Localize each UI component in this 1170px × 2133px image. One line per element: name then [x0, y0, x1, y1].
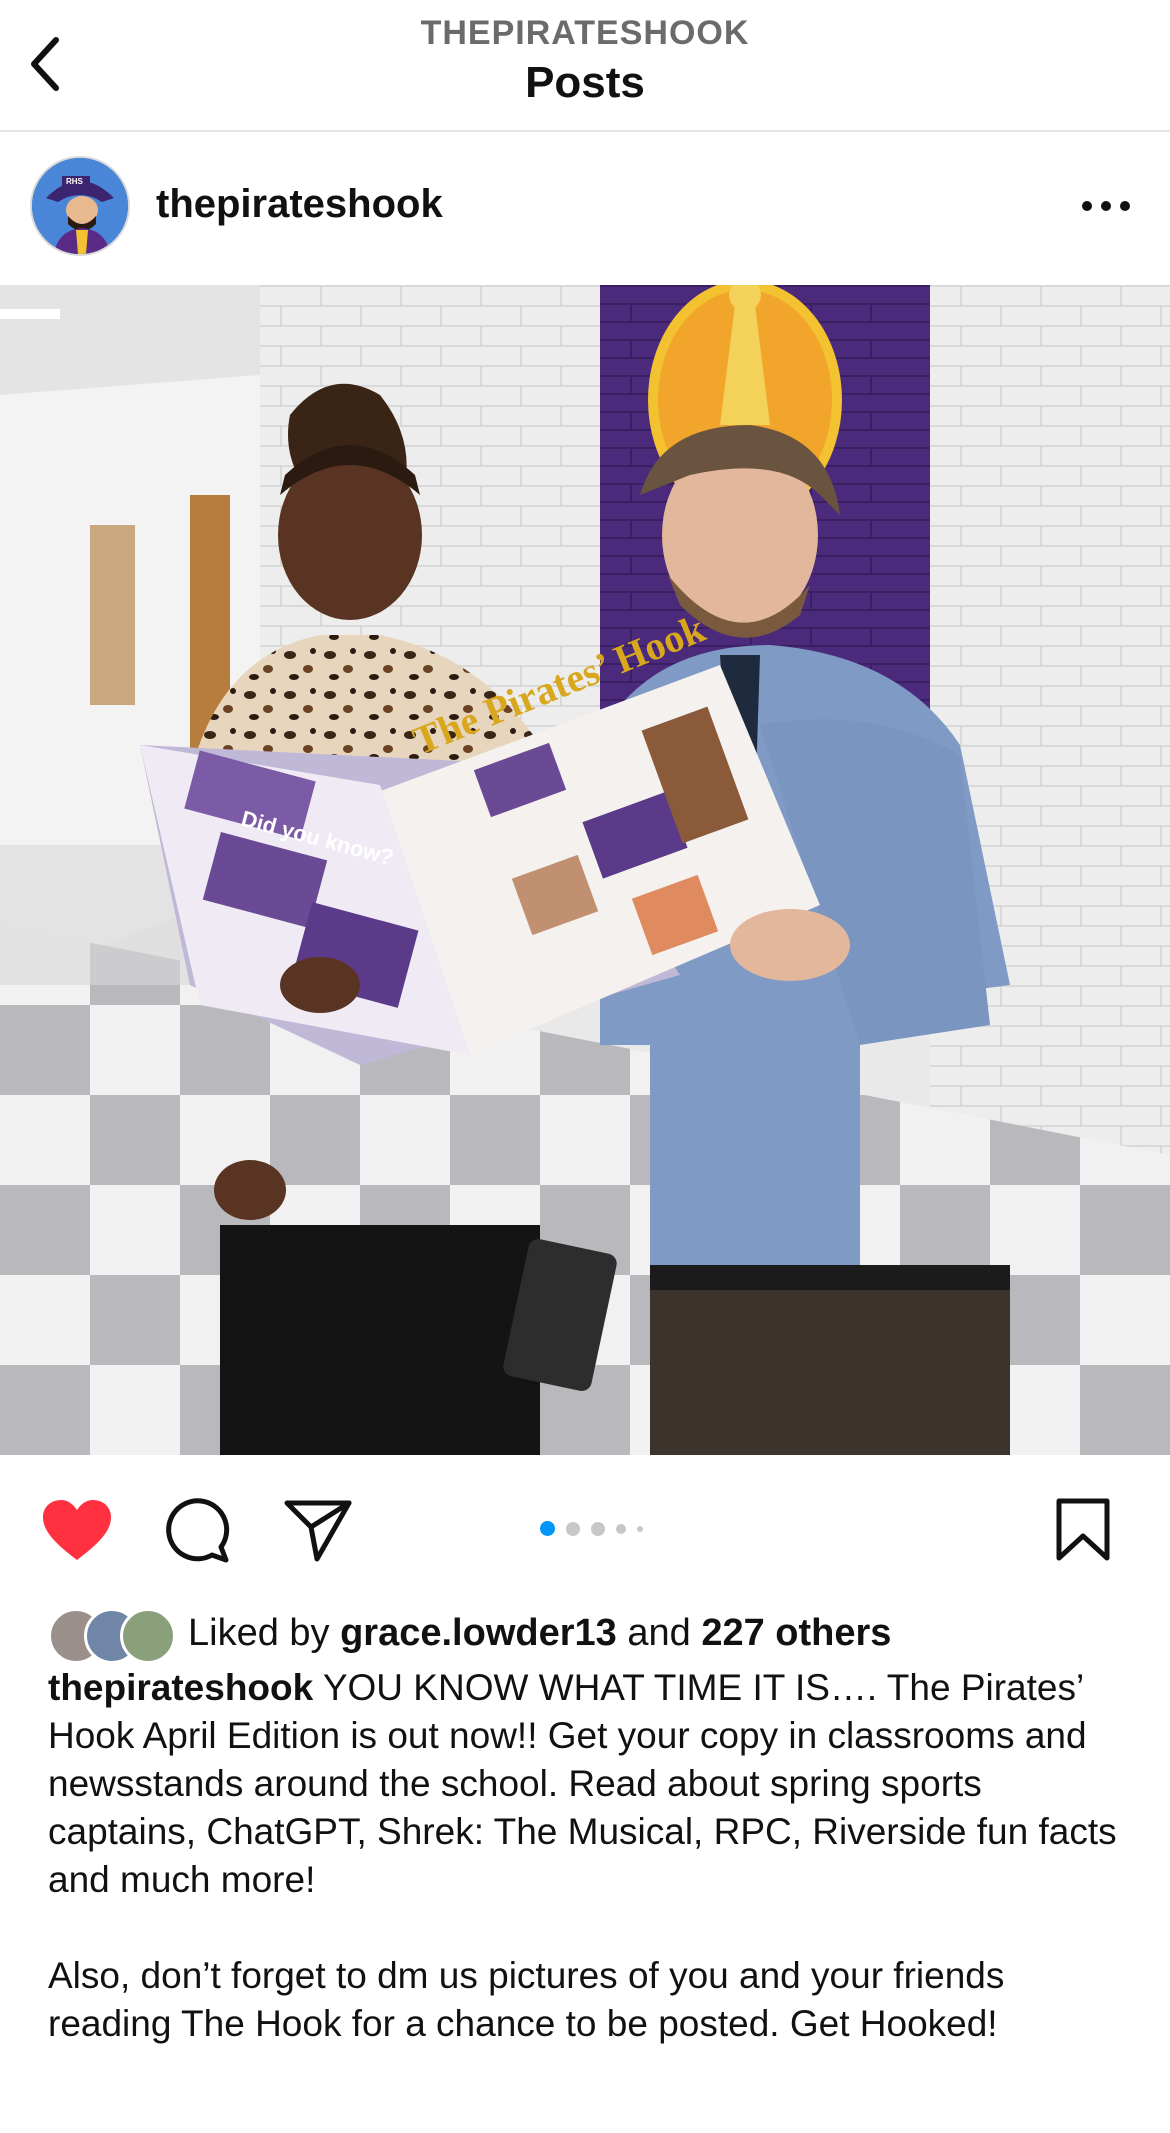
avatar: [120, 1608, 176, 1664]
heart-icon: [43, 1500, 111, 1560]
liked-by-prefix: Liked by: [188, 1611, 341, 1654]
caption-paragraph: thepirateshook YOU KNOW WHAT TIME IT IS……: [48, 1664, 1138, 1904]
carousel-dot-active: [540, 1521, 555, 1536]
caption-username[interactable]: thepirateshook: [48, 1667, 313, 1708]
pirate-mascot-avatar-icon: RHS: [32, 158, 128, 254]
post-header: RHS thepirateshook: [0, 132, 1170, 284]
hallway-newspaper-photo: The Pirates’ Hook Did you know?: [0, 285, 1170, 1455]
page-title: Posts: [525, 58, 645, 107]
liked-by-others[interactable]: 227 others: [701, 1612, 891, 1654]
comment-icon: [166, 1498, 230, 1563]
more-horizontal-icon: [1082, 201, 1130, 211]
carousel-dot: [616, 1523, 626, 1534]
caption-paragraph-2: Also, don’t forget to dm us pictures of …: [48, 1955, 1005, 2044]
more-options-button[interactable]: [1078, 186, 1134, 226]
post-photo[interactable]: The Pirates’ Hook Did you know?: [0, 285, 1170, 1455]
carousel-dot: [591, 1521, 605, 1536]
likes-row[interactable]: Liked by grace.lowder13 and 227 others: [48, 1604, 891, 1664]
top-nav-bar: THEPIRATESHOOK Posts: [0, 0, 1170, 132]
liked-by-user[interactable]: grace.lowder13: [340, 1612, 617, 1654]
post-actions: [0, 1455, 1170, 1595]
like-button[interactable]: [40, 1493, 114, 1567]
liked-by-and: and: [616, 1611, 702, 1654]
save-button[interactable]: [1046, 1493, 1120, 1567]
send-icon: [284, 1500, 352, 1562]
header-account-name: THEPIRATESHOOK: [420, 14, 750, 52]
post-username[interactable]: thepirateshook: [156, 182, 443, 227]
liker-avatars: [48, 1606, 180, 1664]
avatar[interactable]: RHS: [32, 158, 128, 254]
carousel-indicator: [540, 1521, 643, 1536]
carousel-dot: [566, 1521, 580, 1536]
svg-text:RHS: RHS: [66, 177, 84, 186]
likes-text: Liked by grace.lowder13 and 227 others: [188, 1612, 891, 1655]
share-button[interactable]: [281, 1493, 355, 1567]
carousel-dot: [637, 1525, 643, 1532]
post-caption: thepirateshook YOU KNOW WHAT TIME IT IS……: [48, 1664, 1138, 2048]
bookmark-icon: [1056, 1498, 1110, 1561]
comment-button[interactable]: [160, 1493, 234, 1567]
